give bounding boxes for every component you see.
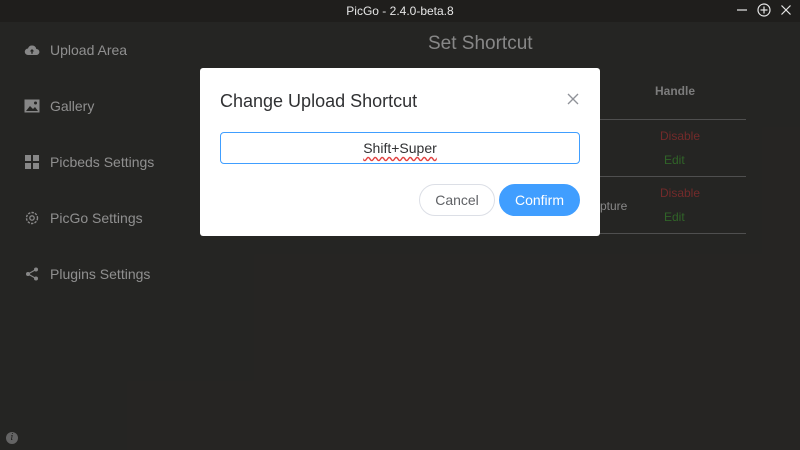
- window-title: PicGo - 2.4.0-beta.8: [346, 4, 454, 18]
- confirm-button[interactable]: Confirm: [499, 184, 580, 216]
- window-titlebar: PicGo - 2.4.0-beta.8: [0, 0, 800, 22]
- close-window-icon[interactable]: [778, 2, 794, 18]
- change-shortcut-dialog: Change Upload Shortcut Shift+Super Cance…: [200, 68, 600, 236]
- dialog-title: Change Upload Shortcut: [220, 91, 418, 111]
- minimize-icon[interactable]: [734, 2, 750, 18]
- pin-icon[interactable]: [756, 2, 772, 18]
- close-icon[interactable]: [566, 92, 580, 106]
- shortcut-input-value: Shift+Super: [363, 140, 437, 156]
- cancel-button[interactable]: Cancel: [419, 184, 495, 216]
- window-controls: [734, 2, 794, 18]
- shortcut-input[interactable]: Shift+Super: [220, 132, 580, 164]
